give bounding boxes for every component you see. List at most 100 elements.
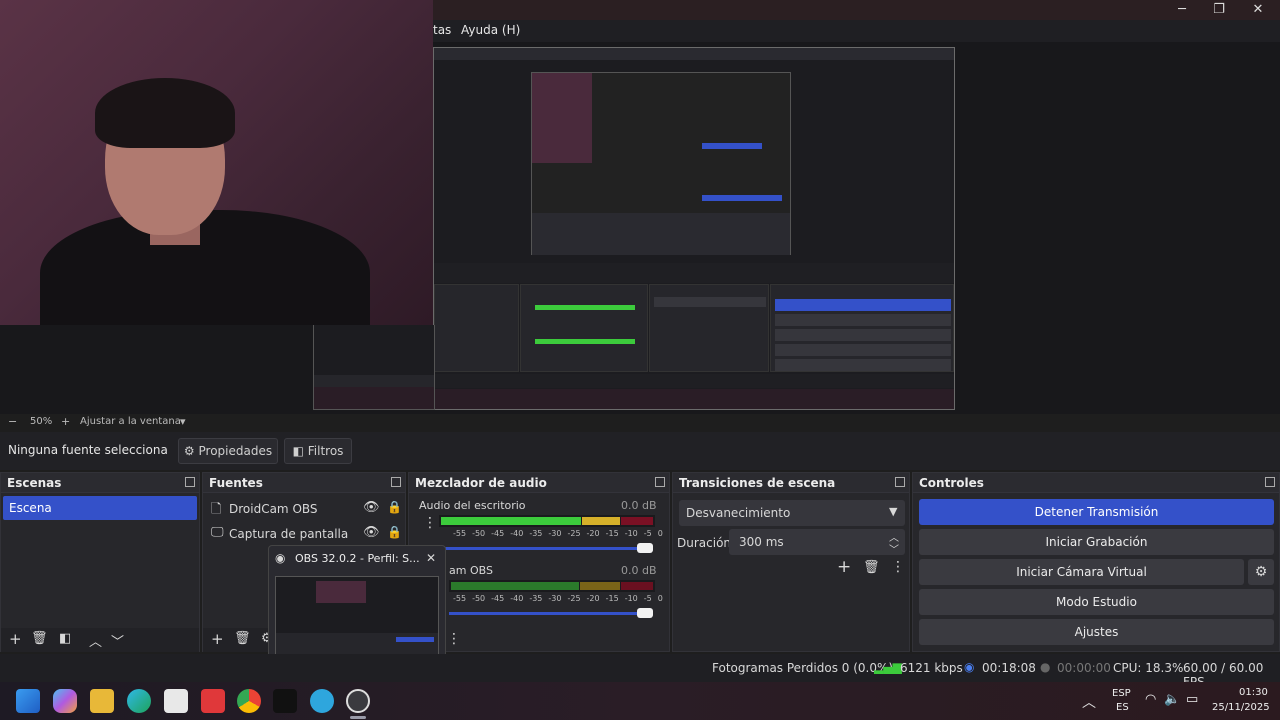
person-hair <box>95 78 235 148</box>
mixer-track-name: Audio del escritorio <box>419 499 526 512</box>
trash-icon[interactable]: 🗑 <box>234 631 251 646</box>
trash-icon[interactable]: 🗑 <box>863 560 880 575</box>
windows-start-icon[interactable] <box>16 689 40 713</box>
maximize-button[interactable]: ❐ <box>1210 2 1228 18</box>
zoom-out-button[interactable]: − <box>8 415 17 428</box>
add-icon[interactable]: + <box>837 557 851 577</box>
start-virtual-cam-button[interactable]: Iniciar Cámara Virtual <box>919 559 1244 585</box>
volume-slider-handle[interactable] <box>637 543 653 553</box>
stream-time: 00:18:08 <box>982 661 1036 675</box>
transitions-dock: Transiciones de escena Desvanecimiento ▼… <box>672 472 910 652</box>
chevron-down-icon[interactable]: ﹀ <box>889 541 899 556</box>
language-top[interactable]: ESP <box>1112 688 1131 699</box>
mixer-scale: -55 -50 -45 -40 -35 -30 -25 -20 -15 -10 -5 0 <box>453 594 663 603</box>
clock-date[interactable]: 25/11/2025 <box>1212 702 1270 713</box>
tiktok-icon[interactable] <box>273 689 297 713</box>
taskbar-thumbnail[interactable]: ◉ OBS 32.0.2 - Perfil: S... ✕ <box>268 545 446 667</box>
store-icon[interactable] <box>164 689 188 713</box>
chrome-icon[interactable] <box>237 689 261 713</box>
preview-canvas[interactable] <box>433 47 955 410</box>
lock-icon[interactable]: 🔒 <box>387 500 402 514</box>
float-dock-icon[interactable] <box>655 477 665 487</box>
nested-titlebar <box>434 48 954 60</box>
nested-left-panel <box>313 325 435 410</box>
chevron-up-icon[interactable]: ︿ <box>89 631 102 650</box>
more-icon[interactable]: ⋮ <box>891 559 905 575</box>
minimize-button[interactable]: ─ <box>1173 2 1191 18</box>
float-dock-icon[interactable] <box>391 477 401 487</box>
add-icon[interactable]: + <box>9 630 22 648</box>
duration-input[interactable]: 300 ms ︿ ﹀ <box>729 529 905 556</box>
chevron-down-icon[interactable]: ﹀ <box>111 631 124 650</box>
filter-icon[interactable]: ◧ <box>59 631 71 646</box>
float-dock-icon[interactable] <box>1265 477 1275 487</box>
gear-icon[interactable]: ⚙ <box>1248 559 1274 585</box>
file-explorer-icon[interactable] <box>90 689 114 713</box>
volume-meter <box>439 515 655 527</box>
stop-stream-button[interactable]: Detener Transmisión <box>919 499 1274 525</box>
menu-item-tools[interactable]: tas <box>433 23 451 37</box>
selected-source-label: Ninguna fuente selecciona <box>8 443 168 457</box>
obs-icon[interactable] <box>346 689 370 713</box>
float-dock-icon[interactable] <box>895 477 905 487</box>
cpu-usage: CPU: 18.3% <box>1113 661 1184 675</box>
mixer-track-db: 0.0 dB <box>621 564 657 577</box>
close-icon[interactable]: ✕ <box>426 551 436 565</box>
volume-slider[interactable] <box>439 547 653 550</box>
properties-button[interactable]: ⚙ Propiedades <box>178 438 278 464</box>
volume-icon[interactable]: 🔈 <box>1164 692 1180 707</box>
source-item[interactable]: 🖵 Captura de pantalla 👁 🔒 <box>209 524 403 546</box>
webcam-feed <box>0 0 433 325</box>
eye-icon[interactable]: 👁 <box>363 500 380 515</box>
active-app-indicator <box>350 716 366 719</box>
trash-icon[interactable]: 🗑 <box>31 631 48 646</box>
volume-slider[interactable] <box>449 612 653 615</box>
zoom-fit-select[interactable]: Ajustar a la ventana <box>80 416 181 427</box>
zoom-level: 50% <box>30 416 53 427</box>
audio-mixer-dock: Mezclador de audio Audio del escritorio … <box>408 472 670 652</box>
filter-icon: ◧ <box>292 444 304 458</box>
clock-time[interactable]: 01:30 <box>1239 687 1268 698</box>
transition-select[interactable]: Desvanecimiento ▼ <box>679 500 905 526</box>
monitor-icon: 🖵 <box>211 525 224 540</box>
filters-button[interactable]: ◧ Filtros <box>284 438 352 464</box>
battery-icon[interactable]: ▭ <box>1186 692 1198 707</box>
nested-sources <box>434 284 519 372</box>
chevron-down-icon[interactable]: ▾ <box>180 415 186 428</box>
start-recording-button[interactable]: Iniciar Grabación <box>919 529 1274 555</box>
settings-button[interactable]: Ajustes <box>919 619 1274 645</box>
transitions-title: Transiciones de escena <box>673 473 909 493</box>
record-time: 00:00:00 <box>1057 661 1111 675</box>
more-icon[interactable]: ⋮ <box>447 631 461 647</box>
source-item[interactable]: 🗋 DroidCam OBS 👁 🔒 <box>209 499 403 521</box>
studio-mode-button[interactable]: Modo Estudio <box>919 589 1274 615</box>
telegram-icon[interactable] <box>310 689 334 713</box>
scenes-dock: Escenas Escena + 🗑 ◧ ︿ ﹀ <box>0 472 200 652</box>
eye-icon[interactable]: 👁 <box>363 525 380 540</box>
lock-icon[interactable]: 🔒 <box>387 525 402 539</box>
scene-item[interactable]: Escena <box>3 496 197 520</box>
file-icon: 🗋 <box>211 502 222 517</box>
close-button[interactable]: ✕ <box>1249 2 1267 18</box>
add-icon[interactable]: + <box>211 630 224 648</box>
chevron-up-icon[interactable]: ︿ <box>1082 692 1096 712</box>
more-icon[interactable]: ⋮ <box>423 515 437 531</box>
zoom-in-button[interactable]: + <box>61 415 70 428</box>
language-bottom[interactable]: ES <box>1116 702 1129 713</box>
menu-item-help[interactable]: Ayuda (H) <box>461 23 520 37</box>
chevron-down-icon: ▼ <box>889 505 898 518</box>
obs-icon: ◉ <box>275 551 286 565</box>
mixer-track-db: 0.0 dB <box>621 499 657 512</box>
volume-slider-handle[interactable] <box>637 608 653 618</box>
wifi-icon[interactable]: ◠ <box>1145 692 1156 707</box>
scenes-toolbar: + 🗑 ◧ ︿ ﹀ <box>1 628 199 652</box>
nested-mixer <box>520 284 648 372</box>
bitrate: 6121 kbps <box>900 661 963 675</box>
nested-transitions <box>649 284 769 372</box>
edge-icon[interactable] <box>127 689 151 713</box>
float-dock-icon[interactable] <box>185 477 195 487</box>
copilot-icon[interactable] <box>53 689 77 713</box>
wps-icon[interactable] <box>201 689 225 713</box>
record-icon: ● <box>1040 660 1051 674</box>
duration-label: Duración <box>677 536 732 550</box>
